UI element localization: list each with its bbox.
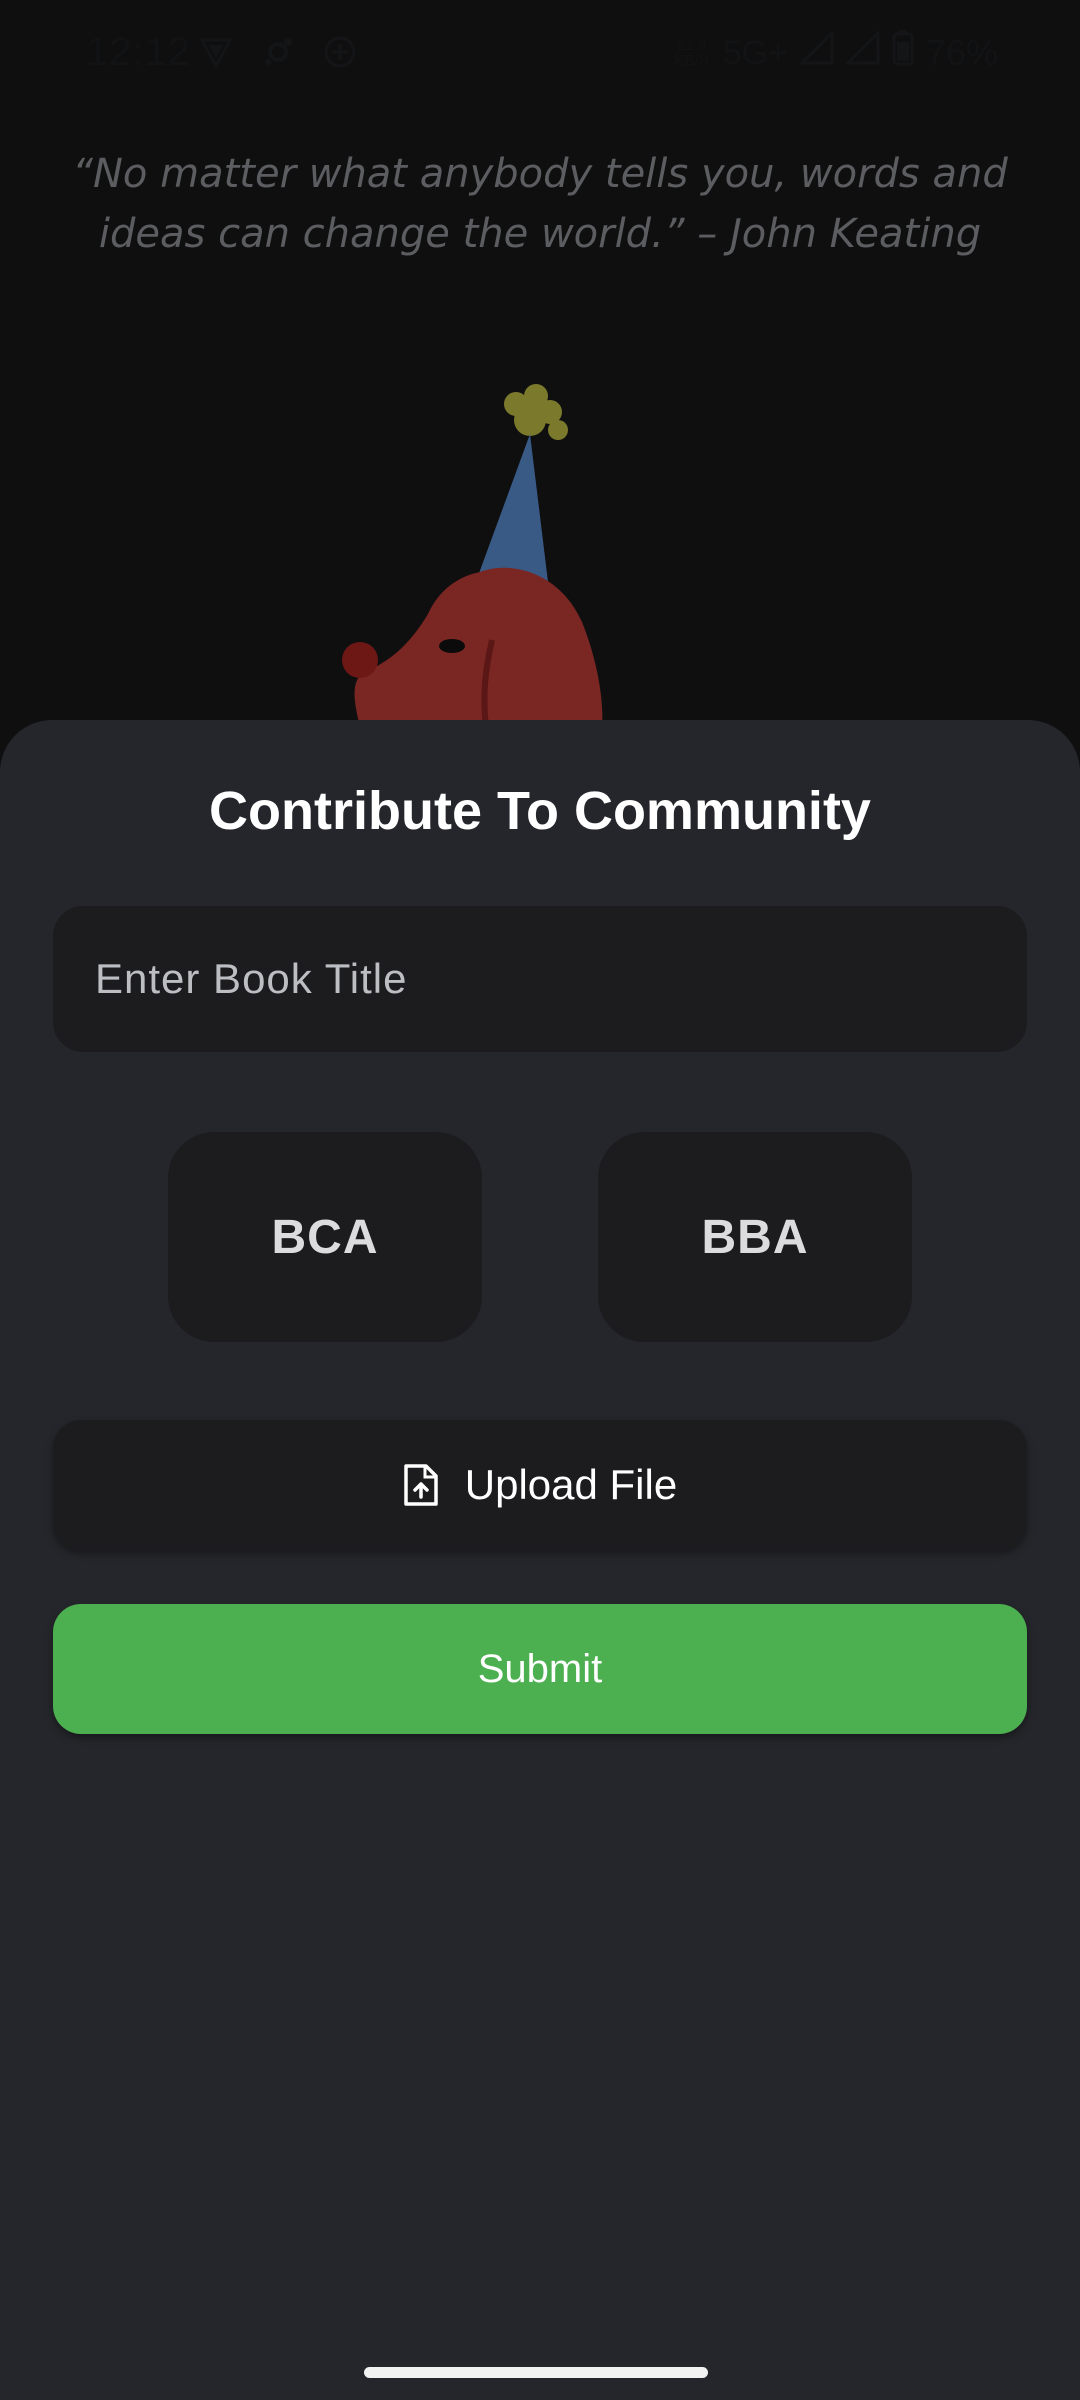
submit-button[interactable]: Submit	[53, 1604, 1027, 1734]
add-circle-icon	[322, 34, 358, 70]
submit-label: Submit	[477, 1646, 603, 1691]
status-bar: 12:12 21.9 KB/S 5G+ 76%	[0, 0, 1080, 104]
file-upload-icon	[403, 1463, 439, 1507]
inspirational-quote: “No matter what anybody tells you, words…	[72, 151, 1008, 257]
status-right-icons: 21.9 KB/S 5G+ 76%	[675, 29, 998, 76]
party-dog-illustration	[330, 382, 630, 732]
signal-strength-icon	[798, 29, 834, 75]
sheet-title: Contribute To Community	[209, 781, 871, 841]
vpn-shield-icon	[198, 34, 234, 70]
status-notification-icons	[198, 34, 358, 70]
course-option-bca[interactable]: BCA	[168, 1132, 482, 1342]
status-time: 12:12	[86, 30, 192, 74]
upload-file-button[interactable]: Upload File	[53, 1420, 1027, 1550]
home-gesture-bar[interactable]	[364, 2367, 708, 2378]
upload-file-label: Upload File	[464, 1461, 678, 1508]
network-speed: 21.9 KB/S	[675, 38, 709, 68]
battery-icon	[892, 30, 914, 76]
course-option-bba[interactable]: BBA	[598, 1132, 912, 1342]
settings-gear-icon	[260, 34, 296, 70]
network-speed-value: 21.9	[677, 37, 707, 54]
signal-strength-secondary-icon	[844, 29, 880, 75]
contribute-bottom-sheet: Contribute To Community BCA BBA Upload F…	[0, 720, 1080, 2400]
network-type: 5G+	[722, 33, 788, 72]
battery-percentage: 76%	[925, 32, 998, 73]
network-speed-unit: KB/S	[674, 52, 709, 69]
screen: 12:12 21.9 KB/S 5G+ 76% “No matter what …	[0, 0, 1080, 2400]
book-title-input[interactable]	[53, 906, 1027, 1052]
